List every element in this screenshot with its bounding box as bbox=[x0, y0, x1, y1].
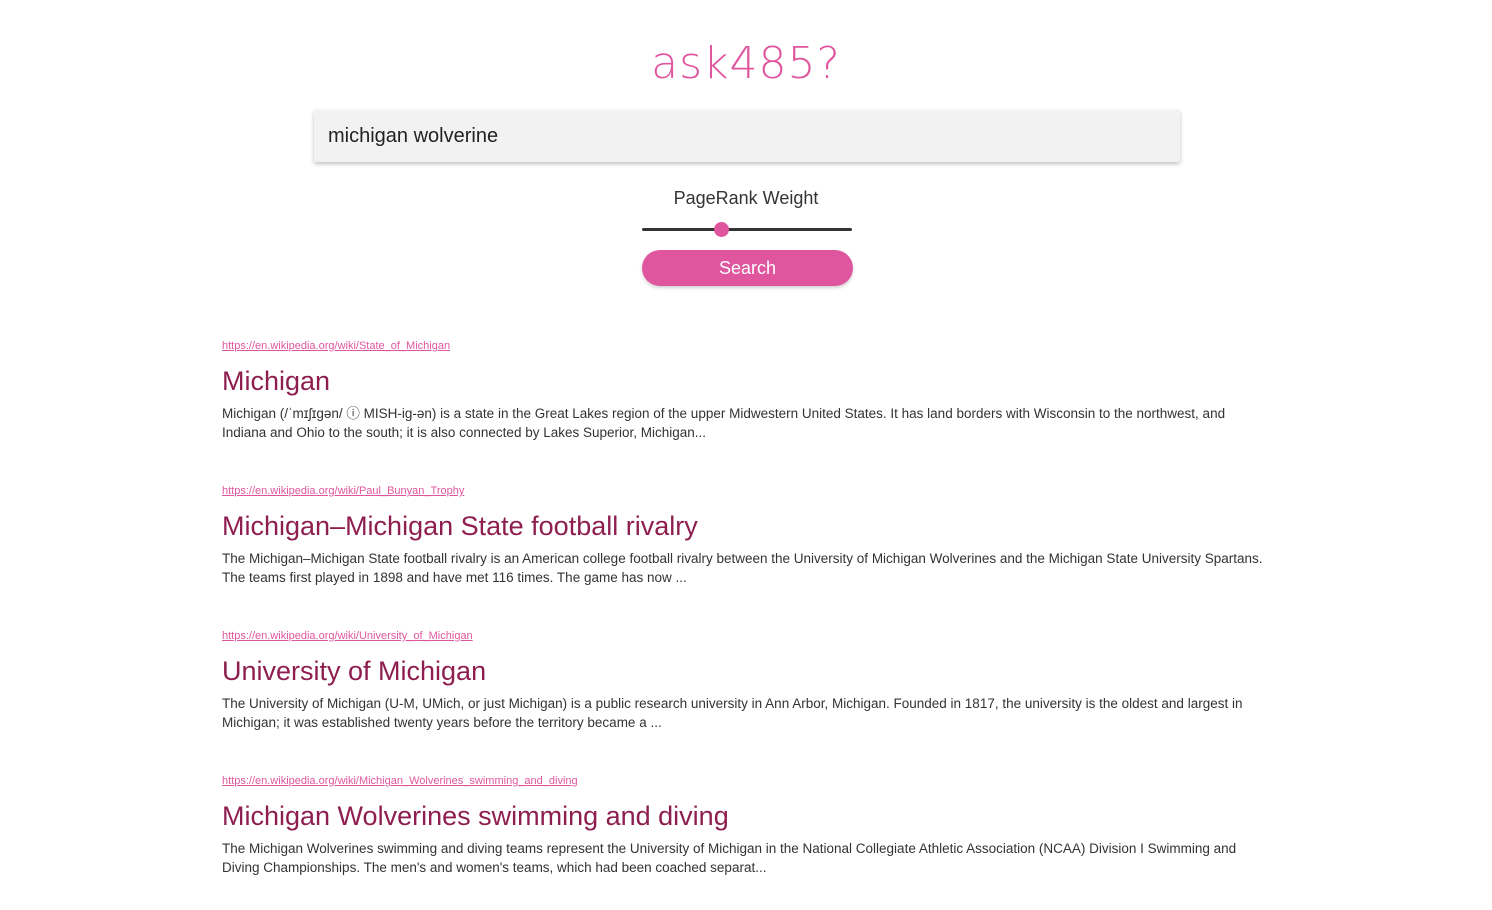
slider-thumb[interactable] bbox=[714, 222, 730, 237]
pagerank-weight-slider[interactable] bbox=[642, 220, 852, 240]
result-url[interactable]: https://en.wikipedia.org/wiki/Michigan_W… bbox=[222, 772, 1282, 790]
result-url[interactable]: https://en.wikipedia.org/wiki/University… bbox=[222, 627, 1282, 645]
slider-track[interactable] bbox=[642, 228, 852, 231]
result-item: https://en.wikipedia.org/wiki/Paul_Bunya… bbox=[222, 482, 1282, 627]
result-snippet: The Michigan–Michigan State football riv… bbox=[222, 551, 1263, 585]
result-title[interactable]: Michigan Wolverines swimming and diving bbox=[222, 796, 1282, 836]
pagerank-weight-label: PageRank Weight bbox=[673, 188, 819, 208]
search-button[interactable]: Search bbox=[642, 250, 853, 286]
result-item: https://en.wikipedia.org/wiki/Michigan_W… bbox=[222, 772, 1282, 910]
site-logo[interactable]: ask485? bbox=[0, 36, 1492, 92]
result-title[interactable]: Michigan–Michigan State football rivalry bbox=[222, 506, 1282, 546]
search-page: ask485? PageRank Weight Search https://e… bbox=[0, 0, 1492, 910]
result-item: https://en.wikipedia.org/wiki/University… bbox=[222, 627, 1282, 772]
result-url[interactable]: https://en.wikipedia.org/wiki/Paul_Bunya… bbox=[222, 482, 1282, 500]
result-item: https://en.wikipedia.org/wiki/State_of_M… bbox=[222, 337, 1282, 482]
result-snippet: The Michigan Wolverines swimming and div… bbox=[222, 841, 1237, 875]
result-snippet: Michigan (/ˈmɪʃɪɡən/ ⓘ MISH-ig-ən) is a … bbox=[222, 406, 1226, 440]
result-title[interactable]: Michigan bbox=[222, 361, 1282, 401]
result-snippet: The University of Michigan (U-M, UMich, … bbox=[222, 696, 1243, 730]
search-box bbox=[314, 110, 1180, 162]
results-list: https://en.wikipedia.org/wiki/State_of_M… bbox=[222, 337, 1282, 910]
result-url[interactable]: https://en.wikipedia.org/wiki/State_of_M… bbox=[222, 337, 1282, 355]
search-input[interactable] bbox=[314, 110, 1180, 162]
result-title[interactable]: University of Michigan bbox=[222, 651, 1282, 691]
